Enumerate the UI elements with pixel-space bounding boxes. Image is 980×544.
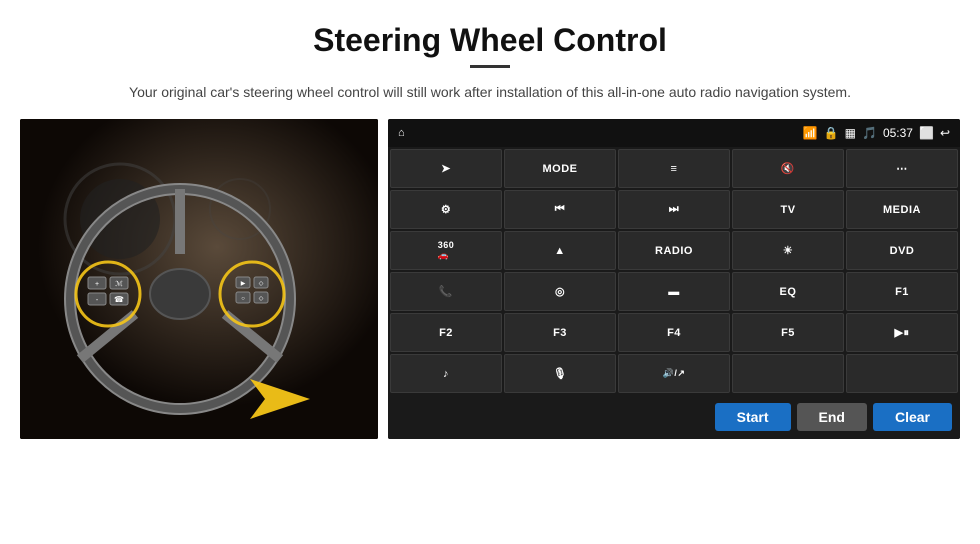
f1-btn[interactable]: F1: [846, 272, 958, 311]
camera-360-btn[interactable]: 360🚗: [390, 231, 502, 270]
sim-icon: ▦: [845, 126, 856, 140]
bt-icon: 🎵: [862, 126, 877, 140]
control-button-grid: ➤ MODE ≡ 🔇 ⋯ ⚙ ⏮ ⏭ TV MEDIA 360🚗 ▲ RADIO…: [388, 147, 960, 395]
music-btn[interactable]: ♪: [390, 354, 502, 393]
wifi-icon: 📶: [803, 126, 818, 140]
steering-wheel-image: + ℳ - ☎ ▶ ◇ ○ ◇: [20, 119, 378, 439]
empty-btn-2: [846, 354, 958, 393]
menu-btn[interactable]: ≡: [618, 149, 730, 188]
back-icon[interactable]: ↩: [940, 126, 950, 140]
bottom-action-bar: Start End Clear: [388, 395, 960, 439]
content-area: + ℳ - ☎ ▶ ◇ ○ ◇ ⌂: [0, 119, 980, 439]
mute-btn[interactable]: 🔇: [732, 149, 844, 188]
f5-btn[interactable]: F5: [732, 313, 844, 352]
empty-btn-1: [732, 354, 844, 393]
clear-button[interactable]: Clear: [873, 403, 952, 431]
svg-text:+: +: [95, 281, 99, 288]
dvd-btn[interactable]: DVD: [846, 231, 958, 270]
time-display: 05:37: [883, 126, 913, 140]
page-subtitle: Your original car's steering wheel contr…: [0, 82, 980, 119]
f2-btn[interactable]: F2: [390, 313, 502, 352]
f4-btn[interactable]: F4: [618, 313, 730, 352]
playpause-btn[interactable]: ▶⏸: [846, 313, 958, 352]
svg-text:○: ○: [241, 296, 245, 302]
svg-text:ℳ: ℳ: [115, 280, 123, 288]
svg-text:▶: ▶: [241, 281, 246, 287]
mode-btn[interactable]: MODE: [504, 149, 616, 188]
head-unit-panel: ⌂ 📶 🔒 ▦ 🎵 05:37 ⬜ ↩ ➤ MODE ≡ 🔇 ⋯ ⚙ ⏮ ⏭ T…: [388, 119, 960, 439]
eq-btn[interactable]: EQ: [732, 272, 844, 311]
lock-icon: 🔒: [824, 126, 839, 140]
media-btn[interactable]: MEDIA: [846, 190, 958, 229]
title-divider: [470, 65, 510, 68]
screen-icon[interactable]: ⬜: [919, 126, 934, 140]
start-button[interactable]: Start: [715, 403, 791, 431]
apps-btn[interactable]: ⋯: [846, 149, 958, 188]
svg-text:☎: ☎: [114, 295, 124, 304]
end-button[interactable]: End: [797, 403, 867, 431]
map-btn[interactable]: ◎: [504, 272, 616, 311]
tv-btn[interactable]: TV: [732, 190, 844, 229]
status-bar: ⌂ 📶 🔒 ▦ 🎵 05:37 ⬜ ↩: [388, 119, 960, 147]
radio-btn[interactable]: RADIO: [618, 231, 730, 270]
page-title: Steering Wheel Control: [0, 0, 980, 65]
vol-btn[interactable]: 🔊/↗: [618, 354, 730, 393]
mic-btn[interactable]: 🎙: [504, 354, 616, 393]
brightness-btn[interactable]: ☀: [732, 231, 844, 270]
next-btn[interactable]: ⏭: [618, 190, 730, 229]
eject-btn[interactable]: ▲: [504, 231, 616, 270]
svg-text:◇: ◇: [259, 296, 264, 302]
settings-btn[interactable]: ⚙: [390, 190, 502, 229]
f3-btn[interactable]: F3: [504, 313, 616, 352]
screen-btn[interactable]: ▬: [618, 272, 730, 311]
svg-text:◇: ◇: [259, 281, 264, 287]
phone-btn[interactable]: 📞: [390, 272, 502, 311]
prev-btn[interactable]: ⏮: [504, 190, 616, 229]
home-icon[interactable]: ⌂: [398, 127, 405, 139]
navigate-btn[interactable]: ➤: [390, 149, 502, 188]
